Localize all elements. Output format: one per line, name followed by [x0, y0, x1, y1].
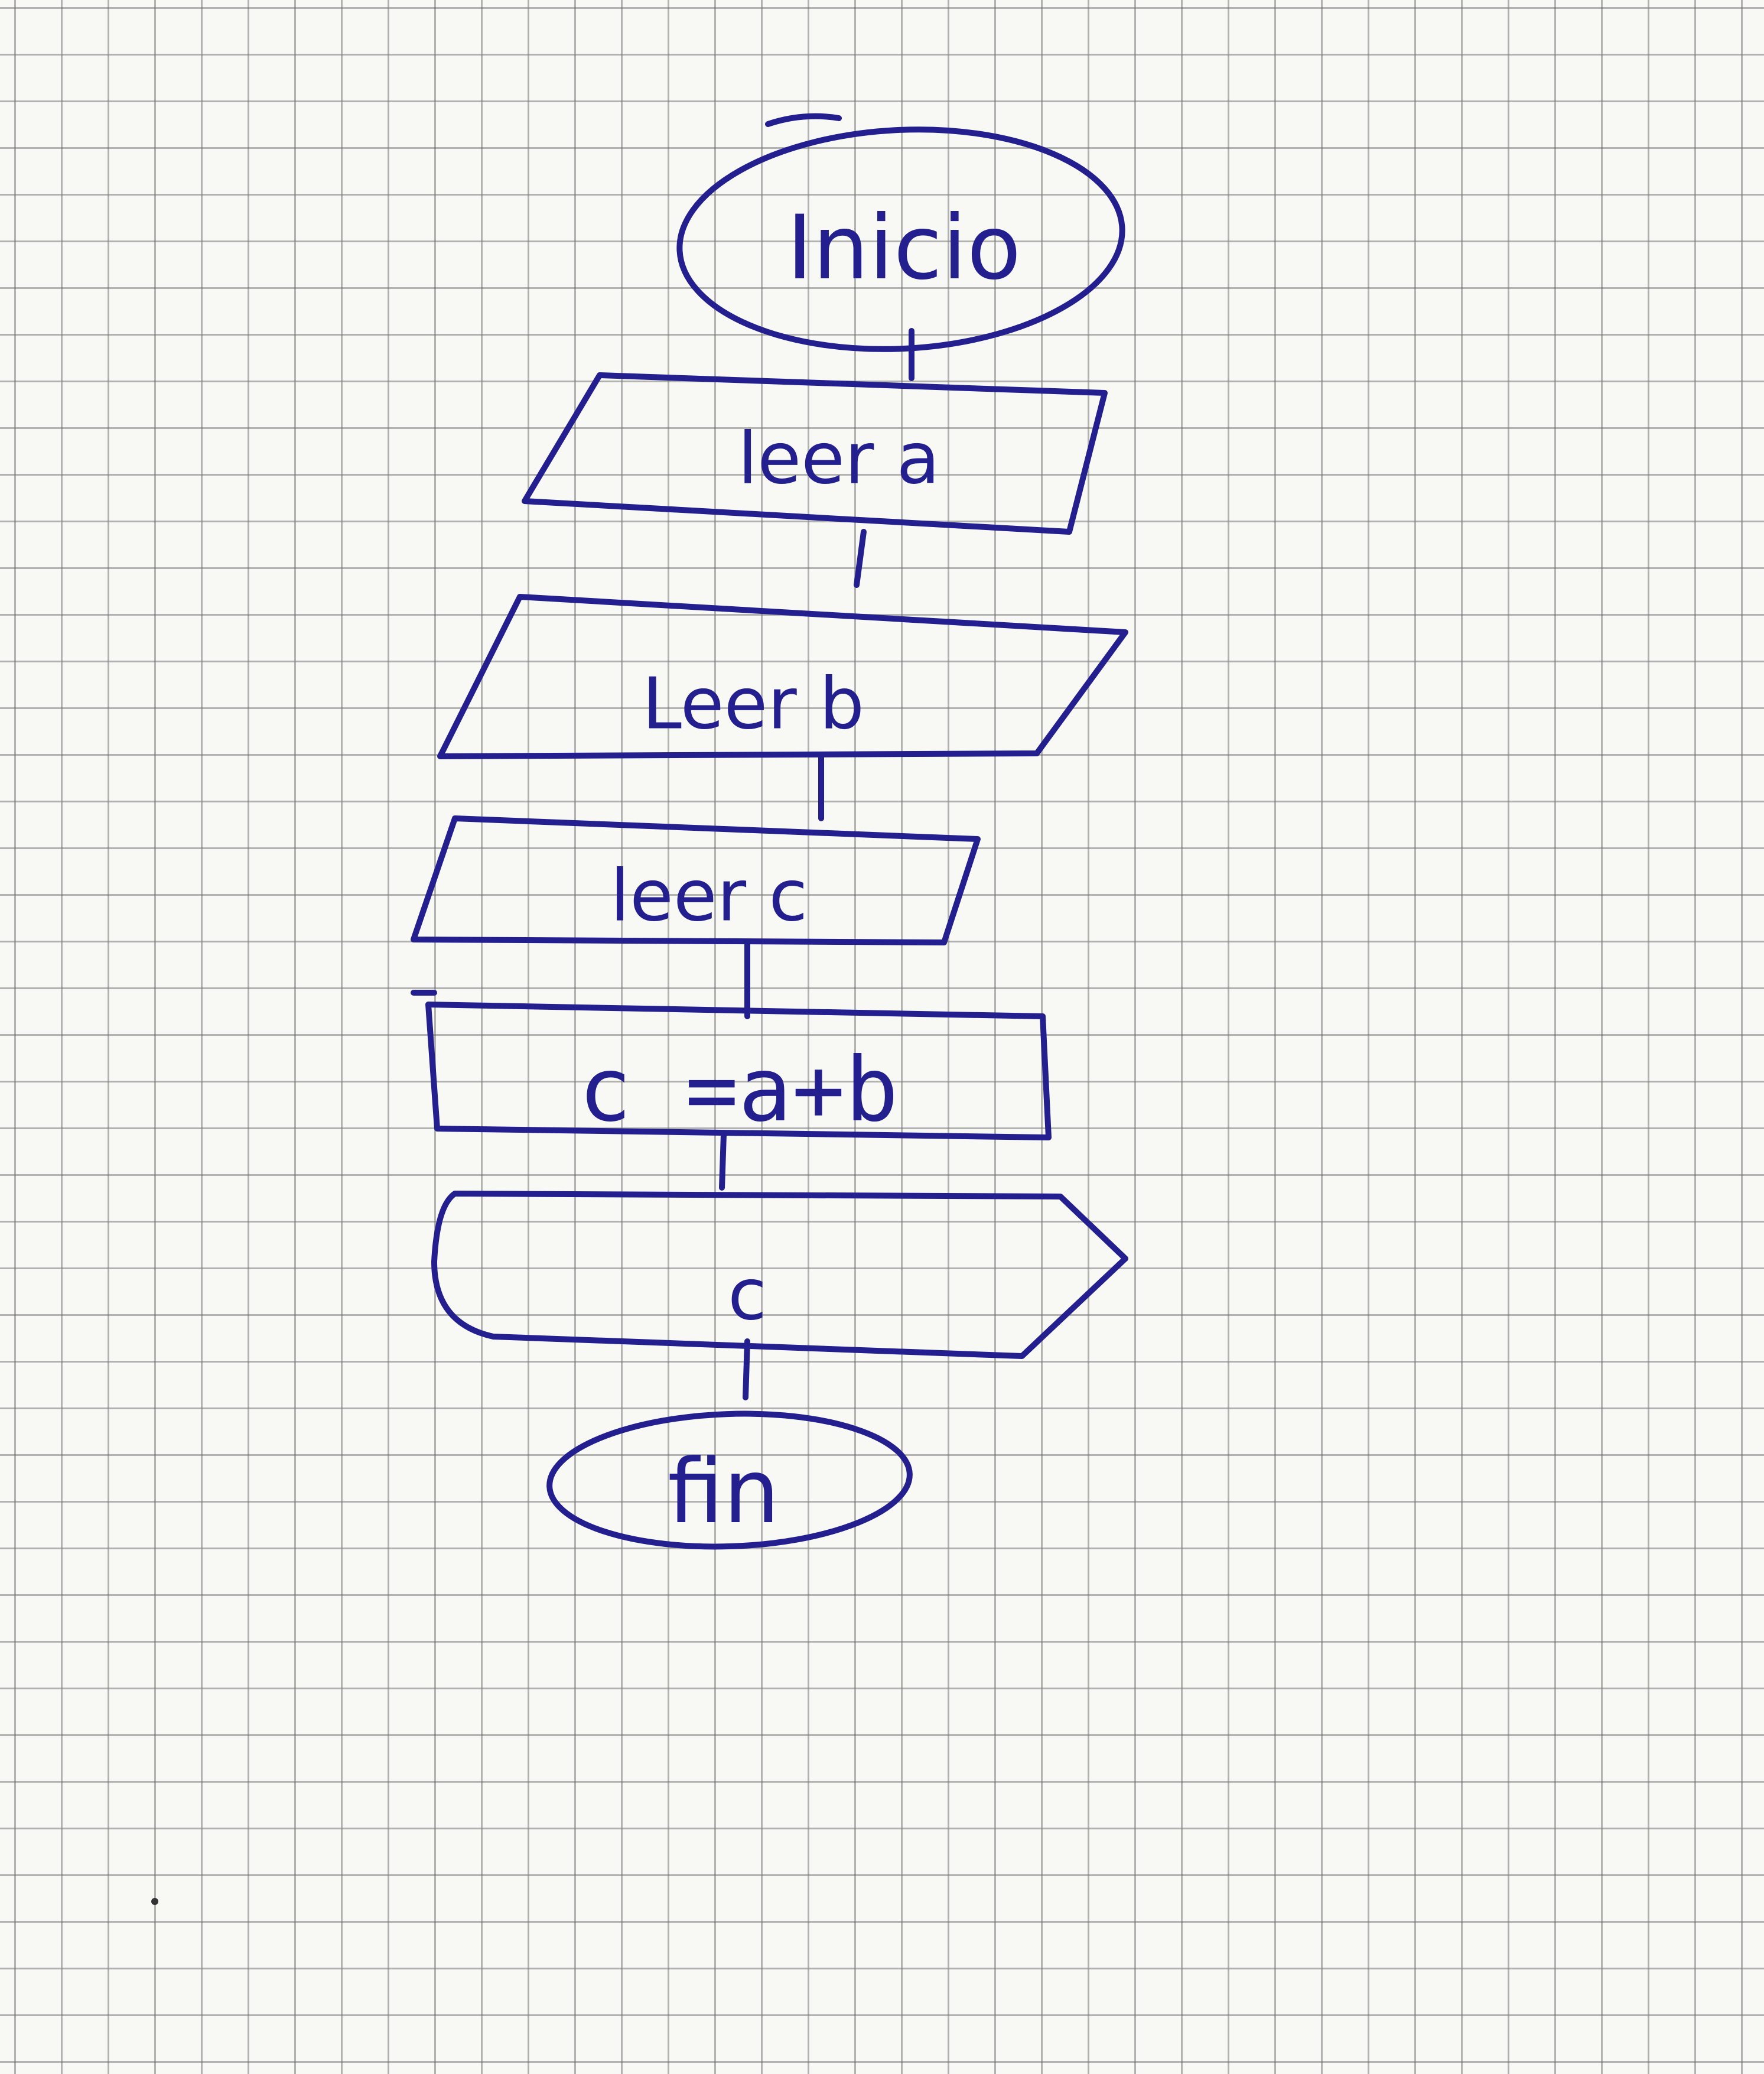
input-a-shape: leer a — [522, 372, 1108, 535]
process-label: c =a+b — [578, 1039, 899, 1142]
input-c-label: leer c — [610, 856, 808, 938]
start-terminal: Inicio — [676, 113, 1125, 352]
output-display-shape: c — [431, 1191, 1128, 1359]
connector-input-a-to-input-b — [854, 529, 867, 588]
input-b-shape: Leer b — [437, 594, 1128, 759]
graph-paper-sheet: Inicio leer a Leer b leer c c =a+b c fin — [0, 0, 1764, 2074]
output-label: c — [728, 1254, 767, 1337]
input-a-label: leer a — [738, 418, 940, 500]
connector-output-to-end — [743, 1338, 750, 1400]
input-c-shape: leer c — [411, 815, 981, 945]
flowchart: Inicio leer a Leer b leer c c =a+b c fin — [151, 113, 1128, 1905]
process-box: c =a+b — [411, 990, 1052, 1142]
start-label: Inicio — [787, 197, 1021, 300]
ink-dot — [151, 1898, 158, 1905]
end-label: fin — [668, 1441, 780, 1543]
connector-process-to-output — [719, 1132, 727, 1191]
input-b-label: Leer b — [642, 664, 864, 746]
end-terminal: fin — [546, 1410, 913, 1550]
